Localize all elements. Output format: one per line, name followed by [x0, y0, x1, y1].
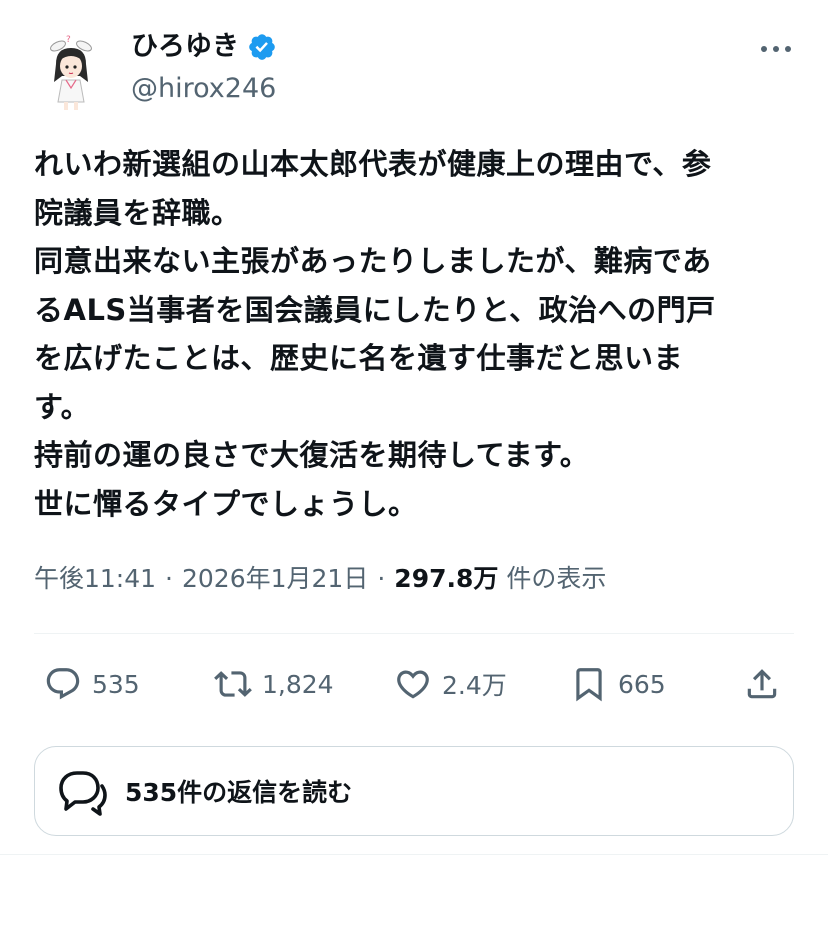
action-bar: 535 1,824 2.4万 665	[34, 658, 794, 710]
read-replies-button[interactable]: 535件の返信を読む	[34, 746, 794, 836]
verified-badge-icon[interactable]	[247, 32, 277, 62]
repost-count: 1,824	[262, 669, 334, 699]
views-label: 件の表示	[506, 564, 607, 593]
like-icon	[397, 670, 429, 699]
avatar[interactable]: ?	[38, 32, 104, 112]
share-icon	[747, 669, 777, 699]
reply-button[interactable]: 535	[44, 658, 140, 710]
meta-separator: ·	[377, 564, 386, 593]
repost-button[interactable]: 1,824	[214, 658, 334, 710]
post-time[interactable]: 午後11:41	[34, 561, 156, 597]
post-text: れいわ新選組の山本太郎代表が健康上の理由で、参 院議員を辞職。 同意出来ない主張…	[34, 147, 716, 521]
author-handle[interactable]: @hirox246	[131, 72, 276, 106]
repost-icon	[214, 671, 252, 697]
divider	[0, 854, 828, 855]
views-count[interactable]: 297.8万	[394, 561, 498, 597]
bookmark-button[interactable]: 665	[570, 658, 666, 710]
bookmark-icon	[576, 668, 602, 702]
post: ? ひろゆき @hirox246 れいわ新選組の山本太郎代表が健康上の理由で、参…	[0, 0, 828, 932]
meta-separator: ·	[165, 564, 173, 593]
reply-icon	[46, 668, 80, 700]
more-icon[interactable]	[758, 36, 794, 62]
bookmark-count: 665	[618, 669, 666, 699]
conversation-icon	[59, 771, 107, 816]
like-count: 2.4万	[442, 671, 507, 700]
read-replies-label: 535件の返信を読む	[125, 778, 353, 807]
post-meta: 午後11:41 · 2026年1月21日 · 297.8万 件の表示	[34, 561, 606, 597]
reply-count: 535	[92, 669, 140, 699]
post-date[interactable]: 2026年1月21日	[182, 561, 368, 597]
like-button[interactable]: 2.4万	[394, 658, 507, 710]
divider	[34, 633, 794, 634]
author-name-row[interactable]: ひろゆき	[131, 28, 277, 66]
author-name[interactable]: ひろゆき	[131, 28, 239, 66]
share-button[interactable]	[743, 658, 781, 710]
svg-text:?: ?	[66, 35, 71, 45]
